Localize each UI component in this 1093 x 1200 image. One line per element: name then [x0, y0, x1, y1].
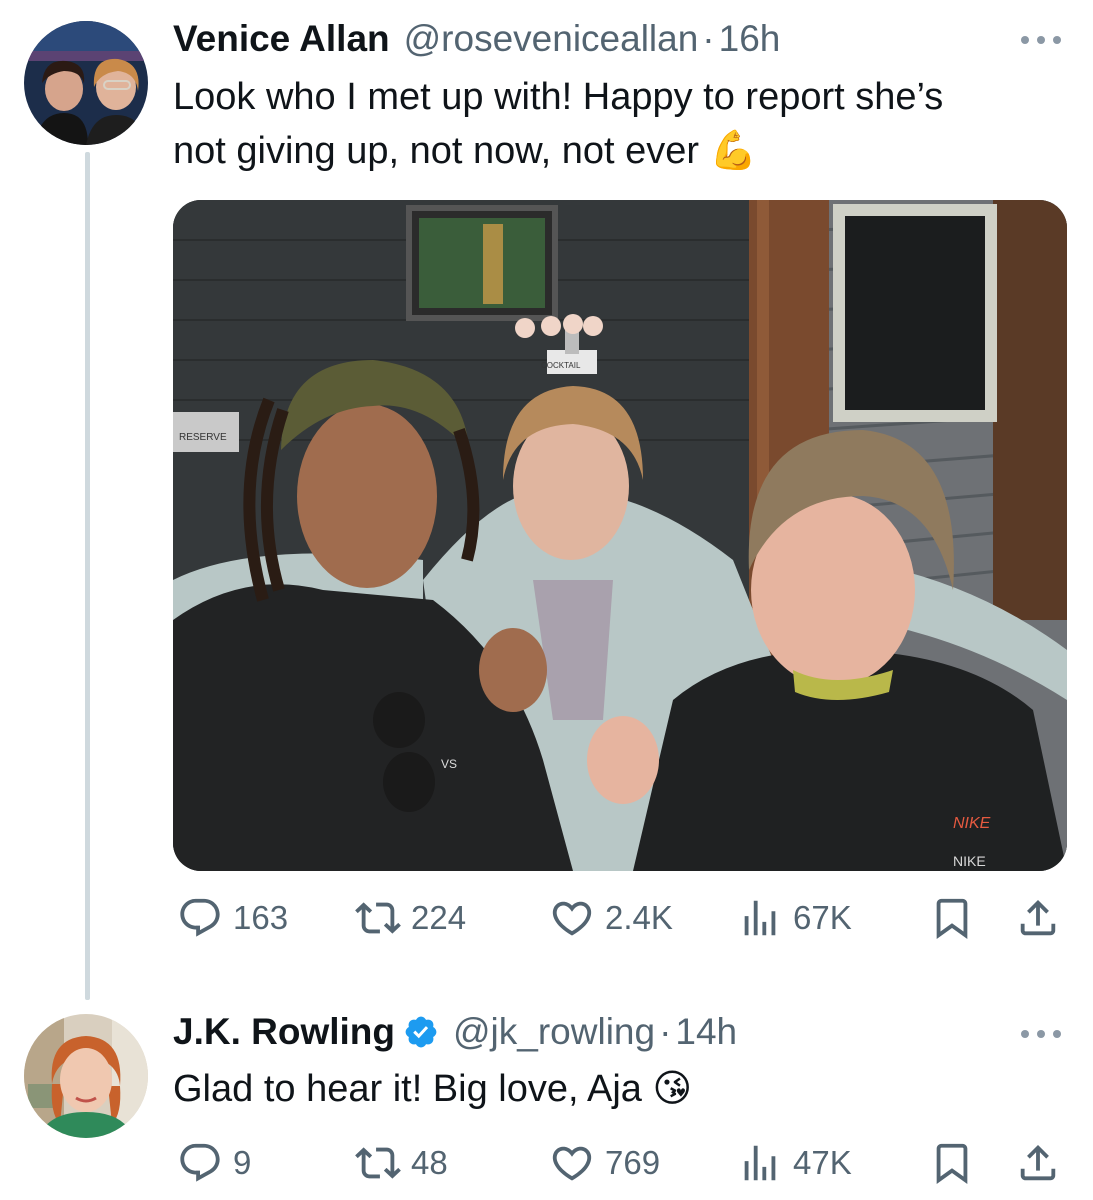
action-bar: 9 48 769 47K [173, 1140, 1063, 1190]
views-icon [744, 1145, 776, 1181]
photo-shirt-brand: NIKE [953, 815, 991, 832]
tweet-text-line-2: not giving up, not now, not ever 💪 [173, 124, 1053, 178]
separator: · [659, 1011, 672, 1052]
photo-sign-text: RESERVE [179, 432, 227, 443]
views-icon [744, 900, 776, 936]
author-name[interactable]: Venice Allan [173, 18, 390, 60]
photo-illustration: RESERVE COCKTAIL VS NIKE NIKE [173, 200, 1067, 871]
views-count: 47K [793, 1144, 852, 1181]
tweet-jk-rowling[interactable]: J.K. Rowling @jk_rowling · 14h Glad to h… [0, 1000, 1093, 1200]
reply-count: 9 [233, 1144, 252, 1181]
repost-icon [355, 1147, 401, 1179]
tweet-text: Look who I met up with! Happy to report … [173, 70, 1053, 178]
tweet-venice-allan[interactable]: Venice Allan @roseveniceallan · 16h Look… [0, 0, 1093, 1000]
author-handle[interactable]: @roseveniceallan [404, 18, 699, 60]
reply-icon [180, 1143, 220, 1182]
avatar-venice-allan[interactable] [24, 21, 148, 145]
share-icon [1020, 899, 1056, 936]
avatar-jk-rowling[interactable] [24, 1014, 148, 1138]
repost-count: 48 [411, 1144, 448, 1181]
more-icon[interactable] [1021, 1024, 1061, 1044]
bookmark-button[interactable] [929, 895, 975, 941]
share-icon [1020, 1144, 1056, 1181]
bookmark-icon [936, 898, 968, 939]
photo-hoodie-brand: VS [441, 757, 457, 771]
tweet-header: J.K. Rowling @jk_rowling · 14h [173, 1008, 737, 1056]
author-handle[interactable]: @jk_rowling [453, 1011, 655, 1053]
like-count: 769 [605, 1144, 661, 1181]
separator: · [702, 18, 715, 59]
tweet-text: Glad to hear it! Big love, Aja 😘 [173, 1062, 1053, 1116]
views-button[interactable]: 47K [737, 1140, 852, 1186]
repost-button[interactable]: 48 [355, 1140, 448, 1186]
reply-button[interactable]: 9 [177, 1140, 251, 1186]
author-name[interactable]: J.K. Rowling [173, 1011, 395, 1053]
views-button[interactable]: 67K [737, 895, 852, 941]
timestamp[interactable]: 16h [719, 18, 781, 60]
more-icon[interactable] [1021, 30, 1061, 50]
photo-shirt-brand-2: NIKE [953, 853, 986, 869]
views-count: 67K [793, 899, 852, 936]
thread-connector-line [85, 152, 90, 1000]
share-button[interactable] [1015, 1140, 1061, 1186]
bookmark-icon [936, 1143, 968, 1184]
repost-icon [355, 902, 401, 934]
action-bar: 163 224 2.4K 67K [173, 895, 1063, 945]
like-button[interactable]: 769 [549, 1140, 660, 1186]
tweet-text-line-1: Look who I met up with! Happy to report … [173, 76, 944, 118]
repost-button[interactable]: 224 [355, 895, 466, 941]
flexed-biceps-emoji: 💪 [709, 130, 757, 172]
reply-icon [180, 898, 220, 937]
tweet-text-line-2-text: not giving up, not now, not ever [173, 130, 700, 172]
like-button[interactable]: 2.4K [549, 895, 673, 941]
timestamp[interactable]: 14h [675, 1011, 737, 1053]
tweet-text-body: Glad to hear it! Big love, Aja [173, 1068, 642, 1110]
repost-count: 224 [411, 899, 467, 936]
tweet-header: Venice Allan @roseveniceallan · 16h [173, 15, 780, 63]
like-count: 2.4K [605, 899, 673, 936]
kiss-emoji: 😘 [652, 1068, 693, 1110]
share-button[interactable] [1015, 895, 1061, 941]
bookmark-button[interactable] [929, 1140, 975, 1186]
heart-icon [552, 1146, 592, 1181]
heart-icon [552, 901, 592, 936]
verified-badge-icon [403, 1014, 439, 1050]
tweet-photo[interactable]: RESERVE COCKTAIL VS NIKE NIKE [173, 200, 1067, 871]
photo-tower-label: COCKTAIL [541, 361, 581, 370]
reply-button[interactable]: 163 [177, 895, 288, 941]
reply-count: 163 [233, 899, 289, 936]
